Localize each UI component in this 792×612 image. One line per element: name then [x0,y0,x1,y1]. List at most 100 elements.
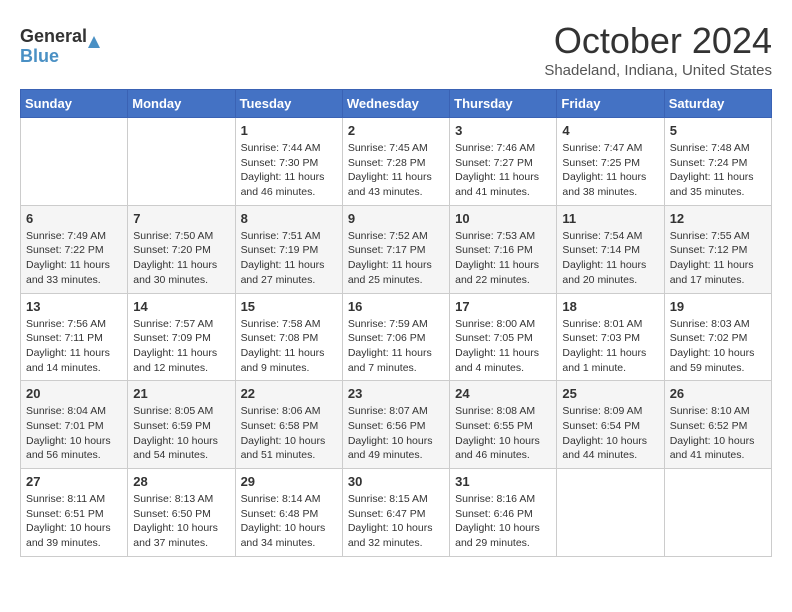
weekday-header-friday: Friday [557,90,664,118]
day-info: Sunrise: 7:56 AM Sunset: 7:11 PM Dayligh… [26,317,122,376]
day-number: 29 [241,474,337,489]
day-number: 14 [133,299,229,314]
svg-text:General: General [20,26,87,46]
day-number: 7 [133,211,229,226]
week-row-3: 13Sunrise: 7:56 AM Sunset: 7:11 PM Dayli… [21,293,772,381]
day-number: 28 [133,474,229,489]
logo: General Blue [20,20,110,70]
day-number: 26 [670,386,766,401]
day-info: Sunrise: 7:50 AM Sunset: 7:20 PM Dayligh… [133,229,229,288]
day-number: 5 [670,123,766,138]
weekday-header-monday: Monday [128,90,235,118]
day-info: Sunrise: 7:53 AM Sunset: 7:16 PM Dayligh… [455,229,551,288]
calendar-cell: 21 Sunrise: 8:05 AM Sunset: 6:59 PM Dayli… [128,381,235,469]
day-info: Sunrise: 7:57 AM Sunset: 7:09 PM Dayligh… [133,317,229,376]
day-info: Sunrise: 7:46 AM Sunset: 7:27 PM Dayligh… [455,141,551,200]
day-info: Sunrise: 7:52 AM Sunset: 7:17 PM Dayligh… [348,229,444,288]
day-info: Sunrise: 8:04 AM Sunset: 7:01 PM Dayligh… [26,404,122,463]
day-number: 17 [455,299,551,314]
logo-image: General Blue [20,20,110,70]
calendar-cell: 8Sunrise: 7:51 AM Sunset: 7:19 PM Daylig… [235,205,342,293]
day-number: 6 [26,211,122,226]
calendar-cell [557,469,664,557]
day-info: Sunrise: 7:55 AM Sunset: 7:12 PM Dayligh… [670,229,766,288]
calendar-cell: 30 Sunrise: 8:15 AM Sunset: 6:47 PM Dayli… [342,469,449,557]
calendar-table: SundayMondayTuesdayWednesdayThursdayFrid… [20,89,772,557]
day-info: Sunrise: 7:59 AM Sunset: 7:06 PM Dayligh… [348,317,444,376]
location: Shadeland, Indiana, United States [544,62,772,79]
calendar-cell: 20 Sunrise: 8:04 AM Sunset: 7:01 PM Dayli… [21,381,128,469]
day-number: 18 [562,299,658,314]
day-number: 20 [26,386,122,401]
day-number: 2 [348,123,444,138]
calendar-cell: 7 Sunrise: 7:50 AM Sunset: 7:20 PM Daylig… [128,205,235,293]
day-info: Sunrise: 8:05 AM Sunset: 6:59 PM Dayligh… [133,404,229,463]
calendar-cell: 19 Sunrise: 8:03 AM Sunset: 7:02 PM Dayli… [664,293,771,381]
day-info: Sunrise: 8:03 AM Sunset: 7:02 PM Dayligh… [670,317,766,376]
calendar-cell: 13Sunrise: 7:56 AM Sunset: 7:11 PM Dayli… [21,293,128,381]
calendar-cell [21,118,128,206]
day-number: 16 [348,299,444,314]
day-info: Sunrise: 8:15 AM Sunset: 6:47 PM Dayligh… [348,492,444,551]
day-number: 10 [455,211,551,226]
day-number: 30 [348,474,444,489]
day-number: 19 [670,299,766,314]
week-row-1: 1 Sunrise: 7:44 AM Sunset: 7:30 PM Daylig… [21,118,772,206]
day-info: Sunrise: 8:07 AM Sunset: 6:56 PM Dayligh… [348,404,444,463]
calendar-cell: 4Sunrise: 7:47 AM Sunset: 7:25 PM Daylig… [557,118,664,206]
calendar-cell: 12 Sunrise: 7:55 AM Sunset: 7:12 PM Dayli… [664,205,771,293]
day-info: Sunrise: 7:54 AM Sunset: 7:14 PM Dayligh… [562,229,658,288]
calendar-cell: 14 Sunrise: 7:57 AM Sunset: 7:09 PM Dayli… [128,293,235,381]
day-info: Sunrise: 7:48 AM Sunset: 7:24 PM Dayligh… [670,141,766,200]
weekday-header-row: SundayMondayTuesdayWednesdayThursdayFrid… [21,90,772,118]
week-row-5: 27 Sunrise: 8:11 AM Sunset: 6:51 PM Dayli… [21,469,772,557]
day-number: 1 [241,123,337,138]
page-header: General Blue October 2024 Shadeland, Ind… [20,20,772,79]
day-info: Sunrise: 8:11 AM Sunset: 6:51 PM Dayligh… [26,492,122,551]
calendar-cell: 17 Sunrise: 8:00 AM Sunset: 7:05 PM Dayli… [450,293,557,381]
day-number: 9 [348,211,444,226]
calendar-cell: 2Sunrise: 7:45 AM Sunset: 7:28 PM Daylig… [342,118,449,206]
day-number: 11 [562,211,658,226]
day-number: 12 [670,211,766,226]
calendar-cell: 1 Sunrise: 7:44 AM Sunset: 7:30 PM Daylig… [235,118,342,206]
calendar-cell: 24Sunrise: 8:08 AM Sunset: 6:55 PM Dayli… [450,381,557,469]
weekday-header-saturday: Saturday [664,90,771,118]
calendar-cell: 28Sunrise: 8:13 AM Sunset: 6:50 PM Dayli… [128,469,235,557]
day-info: Sunrise: 8:16 AM Sunset: 6:46 PM Dayligh… [455,492,551,551]
day-info: Sunrise: 7:58 AM Sunset: 7:08 PM Dayligh… [241,317,337,376]
calendar-cell: 22Sunrise: 8:06 AM Sunset: 6:58 PM Dayli… [235,381,342,469]
weekday-header-tuesday: Tuesday [235,90,342,118]
calendar-cell: 18Sunrise: 8:01 AM Sunset: 7:03 PM Dayli… [557,293,664,381]
calendar-cell: 15Sunrise: 7:58 AM Sunset: 7:08 PM Dayli… [235,293,342,381]
day-number: 27 [26,474,122,489]
day-number: 31 [455,474,551,489]
calendar-cell [128,118,235,206]
calendar-cell: 27 Sunrise: 8:11 AM Sunset: 6:51 PM Dayli… [21,469,128,557]
day-info: Sunrise: 8:08 AM Sunset: 6:55 PM Dayligh… [455,404,551,463]
title-section: October 2024 Shadeland, Indiana, United … [544,20,772,79]
day-number: 21 [133,386,229,401]
calendar-cell: 26Sunrise: 8:10 AM Sunset: 6:52 PM Dayli… [664,381,771,469]
calendar-cell: 11 Sunrise: 7:54 AM Sunset: 7:14 PM Dayli… [557,205,664,293]
weekday-header-sunday: Sunday [21,90,128,118]
weekday-header-wednesday: Wednesday [342,90,449,118]
calendar-cell: 31 Sunrise: 8:16 AM Sunset: 6:46 PM Dayli… [450,469,557,557]
calendar-cell [664,469,771,557]
calendar-cell: 23 Sunrise: 8:07 AM Sunset: 6:56 PM Dayli… [342,381,449,469]
day-info: Sunrise: 7:49 AM Sunset: 7:22 PM Dayligh… [26,229,122,288]
day-info: Sunrise: 8:00 AM Sunset: 7:05 PM Dayligh… [455,317,551,376]
day-info: Sunrise: 7:51 AM Sunset: 7:19 PM Dayligh… [241,229,337,288]
calendar-cell: 9 Sunrise: 7:52 AM Sunset: 7:17 PM Daylig… [342,205,449,293]
calendar-cell: 25 Sunrise: 8:09 AM Sunset: 6:54 PM Dayli… [557,381,664,469]
week-row-4: 20 Sunrise: 8:04 AM Sunset: 7:01 PM Dayli… [21,381,772,469]
day-number: 25 [562,386,658,401]
calendar-cell: 16 Sunrise: 7:59 AM Sunset: 7:06 PM Dayli… [342,293,449,381]
day-number: 23 [348,386,444,401]
day-number: 22 [241,386,337,401]
day-info: Sunrise: 7:44 AM Sunset: 7:30 PM Dayligh… [241,141,337,200]
calendar-cell: 6 Sunrise: 7:49 AM Sunset: 7:22 PM Daylig… [21,205,128,293]
week-row-2: 6 Sunrise: 7:49 AM Sunset: 7:22 PM Daylig… [21,205,772,293]
day-info: Sunrise: 8:09 AM Sunset: 6:54 PM Dayligh… [562,404,658,463]
svg-text:Blue: Blue [20,46,59,66]
